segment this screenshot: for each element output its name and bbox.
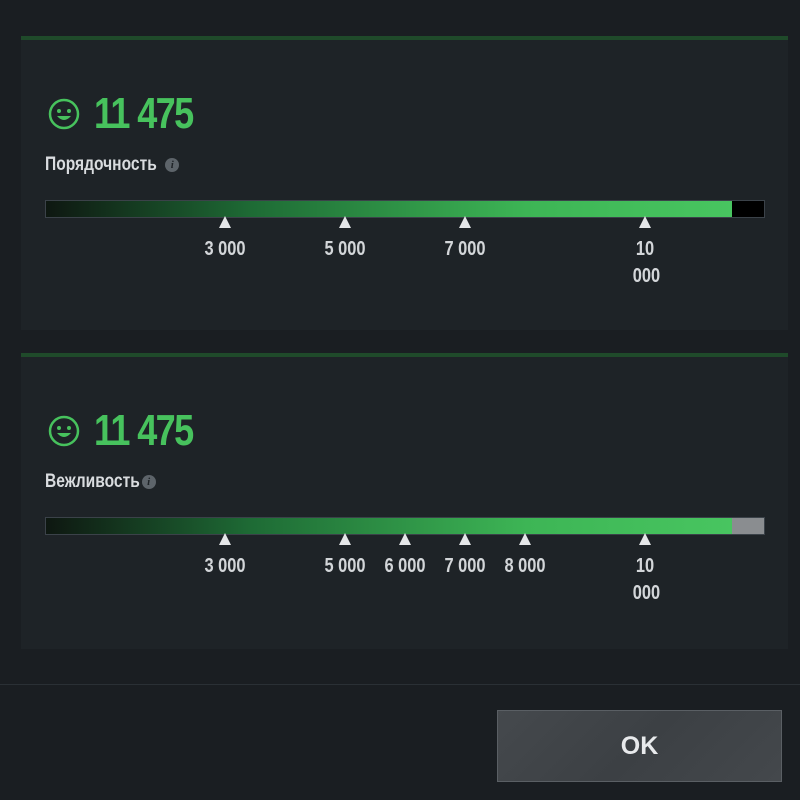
- tick-triangle-icon: [219, 216, 231, 228]
- tick-triangle-icon: [458, 216, 471, 228]
- info-icon[interactable]: i: [141, 475, 156, 489]
- tick-marker: 3 000: [195, 216, 255, 263]
- tick-triangle-icon: [339, 216, 352, 228]
- tick-marker: 10 000: [615, 216, 675, 290]
- politeness-progress-fill: [46, 518, 732, 534]
- smiley-face-icon: [48, 415, 80, 447]
- conduct-label: Порядочность: [45, 154, 157, 175]
- tick-triangle-icon: [219, 533, 231, 545]
- politeness-progress-remainder: [731, 518, 764, 534]
- politeness-label: Вежливость: [45, 471, 140, 492]
- score-row: 11 475: [48, 409, 214, 453]
- tick-label: 10 000: [632, 555, 660, 604]
- tick-marker: 10 000: [615, 533, 675, 607]
- tick-triangle-icon: [638, 216, 651, 228]
- tick-label: 3 000: [204, 555, 246, 577]
- tick-label: 10 000: [632, 238, 660, 287]
- tick-marker: 5 000: [315, 216, 375, 263]
- tick-triangle-icon: [399, 533, 411, 545]
- politeness-ticks: 3 000 5 000 6 000 7 000 8 000 10 000: [45, 533, 765, 613]
- tick-triangle-icon: [339, 533, 352, 545]
- tick-marker: 3 000: [195, 533, 255, 580]
- footer-divider: [0, 684, 800, 685]
- tick-marker: 7 000: [435, 533, 495, 580]
- tick-marker: 8 000: [495, 533, 555, 580]
- tick-marker: 7 000: [435, 216, 495, 263]
- politeness-label-row: Вежливость i: [45, 471, 156, 493]
- politeness-panel: 11 475 Вежливость i 3 000 5 000 6 000 7 000…: [21, 353, 788, 649]
- ok-button[interactable]: OK: [497, 710, 782, 782]
- conduct-progress-fill: [46, 201, 732, 217]
- tick-triangle-icon: [519, 533, 532, 545]
- smiley-face-icon: [48, 98, 80, 130]
- tick-label: 5 000: [324, 238, 366, 260]
- tick-triangle-icon: [638, 533, 651, 545]
- tick-label: 8 000: [504, 555, 546, 577]
- conduct-score: 11 475: [94, 89, 194, 138]
- tick-label: 5 000: [324, 555, 366, 577]
- conduct-ticks: 3 000 5 000 7 000 10 000: [45, 216, 765, 296]
- tick-marker: 5 000: [315, 533, 375, 580]
- tick-triangle-icon: [458, 533, 471, 545]
- tick-label: 6 000: [384, 555, 426, 577]
- conduct-panel: 11 475 Порядочность i 3 000 5 000 7 000 10 …: [21, 36, 788, 330]
- score-row: 11 475: [48, 92, 214, 136]
- conduct-label-row: Порядочность i: [45, 154, 180, 176]
- info-icon[interactable]: i: [165, 158, 180, 172]
- tick-marker: 6 000: [375, 533, 435, 580]
- tick-label: 7 000: [444, 238, 486, 260]
- politeness-score: 11 475: [94, 406, 194, 455]
- tick-label: 3 000: [204, 238, 246, 260]
- tick-label: 7 000: [444, 555, 486, 577]
- conduct-progress-remainder: [731, 201, 764, 217]
